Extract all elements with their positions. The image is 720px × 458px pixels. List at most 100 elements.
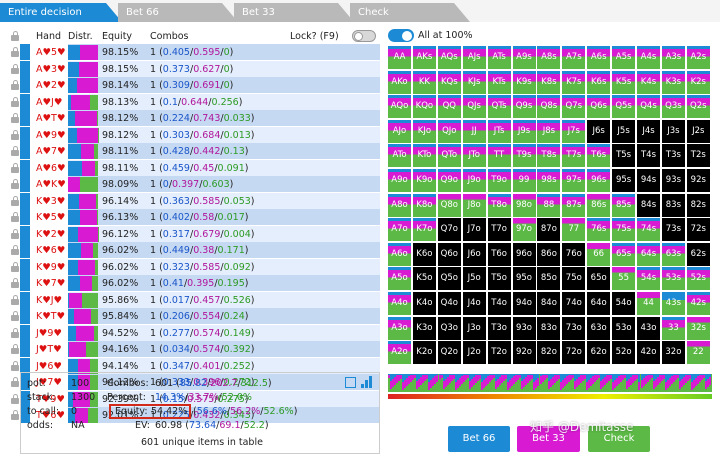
grid-cell-J7s[interactable]: J7s xyxy=(562,119,586,143)
grid-cell-32s[interactable]: 32s xyxy=(686,316,710,340)
grid-cell-K4o[interactable]: K4o xyxy=(412,292,436,315)
grid-cell-A5s[interactable]: A5s xyxy=(612,46,636,69)
lock-icon[interactable] xyxy=(11,162,19,173)
grid-cell-KTo[interactable]: KTo xyxy=(412,144,436,168)
grid-cell-85s[interactable]: 85s xyxy=(612,193,636,217)
grid-cell-T6s[interactable]: T6s xyxy=(587,144,611,168)
grid-cell-72s[interactable]: 72s xyxy=(686,218,710,242)
grid-cell-QTs[interactable]: QTs xyxy=(487,95,511,119)
grid-cell-T4o[interactable]: T4o xyxy=(487,292,511,315)
grid-cell-82o[interactable]: 82o xyxy=(537,341,561,365)
grid-cell-T3s[interactable]: T3s xyxy=(661,144,685,168)
grid-cell-85o[interactable]: 85o xyxy=(537,267,561,291)
grid-cell-82s[interactable]: 82s xyxy=(686,193,710,217)
grid-cell-63s[interactable]: 63s xyxy=(661,242,685,266)
tab-entire-decision[interactable]: Entire decision xyxy=(0,3,122,22)
lock-icon[interactable] xyxy=(11,129,19,140)
tab-bet-33[interactable]: Bet 33 xyxy=(234,3,354,22)
lock-icon[interactable] xyxy=(11,195,19,206)
grid-cell-53o[interactable]: 53o xyxy=(612,316,636,340)
grid-cell-73o[interactable]: 73o xyxy=(562,316,586,340)
grid-cell-J2o[interactable]: J2o xyxy=(462,341,486,365)
grid-cell-T2o[interactable]: T2o xyxy=(487,341,511,365)
lock-icon[interactable] xyxy=(11,377,19,387)
grid-cell-75s[interactable]: 75s xyxy=(612,218,636,242)
grid-cell-T7s[interactable]: T7s xyxy=(562,144,586,168)
grid-cell-A2o[interactable]: A2o xyxy=(388,341,411,365)
grid-cell-22[interactable]: 22 xyxy=(686,341,710,365)
lock-icon[interactable] xyxy=(11,47,19,57)
grid-cell-AKs[interactable]: AKs xyxy=(412,46,436,69)
table-row[interactable]: A♥7♥ 98.11% 1 (0.428/0.442/0.13) xyxy=(10,143,380,160)
grid-cell-54s[interactable]: 54s xyxy=(637,267,660,291)
grid-cell-JJ[interactable]: JJ xyxy=(462,119,486,143)
grid-cell-T3o[interactable]: T3o xyxy=(487,316,511,340)
grid-cell-65s[interactable]: 65s xyxy=(612,242,636,266)
grid-cell-KQs[interactable]: KQs xyxy=(437,70,461,94)
column-hand[interactable]: Hand xyxy=(36,31,61,42)
column-distr[interactable]: Distr. xyxy=(68,31,93,42)
grid-cell-K8o[interactable]: K8o xyxy=(412,193,436,217)
grid-cell-J8o[interactable]: J8o xyxy=(462,193,486,217)
grid-cell-76s[interactable]: 76s xyxy=(587,218,611,242)
grid-cell-QTo[interactable]: QTo xyxy=(437,144,461,168)
lock-icon[interactable] xyxy=(11,212,19,222)
grid-cell-TT[interactable]: TT xyxy=(487,144,511,168)
lock-icon[interactable] xyxy=(11,393,19,404)
grid-cell-J3s[interactable]: J3s xyxy=(661,119,685,143)
grid-cell-A4s[interactable]: A4s xyxy=(637,46,660,69)
grid-cell-Q4s[interactable]: Q4s xyxy=(637,95,660,119)
grid-cell-Q3s[interactable]: Q3s xyxy=(661,95,685,119)
grid-cell-K2o[interactable]: K2o xyxy=(412,341,436,365)
grid-cell-J5s[interactable]: J5s xyxy=(612,119,636,143)
grid-cell-A9o[interactable]: A9o xyxy=(388,169,411,192)
grid-cell-A9s[interactable]: A9s xyxy=(512,46,536,69)
lock-icon[interactable] xyxy=(11,294,19,305)
grid-cell-84o[interactable]: 84o xyxy=(537,292,561,315)
table-row[interactable]: K♥6♥ 96.02% 1 (0.449/0.38/0.171) xyxy=(10,242,380,259)
lock-icon[interactable] xyxy=(11,410,19,420)
table-row[interactable]: K♥T♥ 95.84% 1 (0.206/0.554/0.24) xyxy=(10,308,380,325)
lock-icon[interactable] xyxy=(11,146,19,156)
grid-cell-94o[interactable]: 94o xyxy=(512,292,536,315)
grid-cell-87s[interactable]: 87s xyxy=(562,193,586,217)
grid-cell-T7o[interactable]: T7o xyxy=(487,218,511,242)
grid-cell-95s[interactable]: 95s xyxy=(612,169,636,192)
lock-icon[interactable] xyxy=(11,360,19,371)
grid-cell-J4o[interactable]: J4o xyxy=(462,292,486,315)
grid-cell-33[interactable]: 33 xyxy=(661,316,685,340)
grid-cell-QQ[interactable]: QQ xyxy=(437,95,461,119)
table-row[interactable]: J♥T♥ 94.16% 1 (0.034/0.574/0.392) xyxy=(10,341,380,358)
grid-cell-A4o[interactable]: A4o xyxy=(388,292,411,315)
grid-cell-A6s[interactable]: A6s xyxy=(587,46,611,69)
grid-cell-T2s[interactable]: T2s xyxy=(686,144,710,168)
grid-cell-A6o[interactable]: A6o xyxy=(388,242,411,266)
grid-cell-T8s[interactable]: T8s xyxy=(537,144,561,168)
grid-cell-Q7s[interactable]: Q7s xyxy=(562,95,586,119)
grid-cell-44[interactable]: 44 xyxy=(637,292,660,315)
lock-toggle[interactable] xyxy=(352,30,376,42)
grid-cell-T4s[interactable]: T4s xyxy=(637,144,660,168)
grid-cell-T5o[interactable]: T5o xyxy=(487,267,511,291)
grid-cell-86s[interactable]: 86s xyxy=(587,193,611,217)
grid-cell-A7o[interactable]: A7o xyxy=(388,218,411,242)
grid-cell-K4s[interactable]: K4s xyxy=(637,70,660,94)
grid-cell-T9o[interactable]: T9o xyxy=(487,169,511,192)
grid-cell-77[interactable]: 77 xyxy=(562,218,586,242)
table-row[interactable]: A♥2♥ 98.14% 1 (0.309/0.691/0) xyxy=(10,77,380,94)
grid-cell-Q9o[interactable]: Q9o xyxy=(437,169,461,192)
grid-cell-Q8s[interactable]: Q8s xyxy=(537,95,561,119)
grid-cell-JTs[interactable]: JTs xyxy=(487,119,511,143)
grid-cell-54o[interactable]: 54o xyxy=(612,292,636,315)
grid-cell-43o[interactable]: 43o xyxy=(637,316,660,340)
grid-cell-ATo[interactable]: ATo xyxy=(388,144,411,168)
grid-cell-J2s[interactable]: J2s xyxy=(686,119,710,143)
grid-cell-43s[interactable]: 43s xyxy=(661,292,685,315)
grid-cell-J9s[interactable]: J9s xyxy=(512,119,536,143)
grid-cell-62o[interactable]: 62o xyxy=(587,341,611,365)
grid-cell-AJs[interactable]: AJs xyxy=(462,46,486,69)
grid-cell-K7s[interactable]: K7s xyxy=(562,70,586,94)
grid-cell-K9s[interactable]: K9s xyxy=(512,70,536,94)
table-row[interactable]: A♥6♥ 98.11% 1 (0.459/0.45/0.091) xyxy=(10,159,380,177)
lock-icon[interactable] xyxy=(11,327,19,338)
